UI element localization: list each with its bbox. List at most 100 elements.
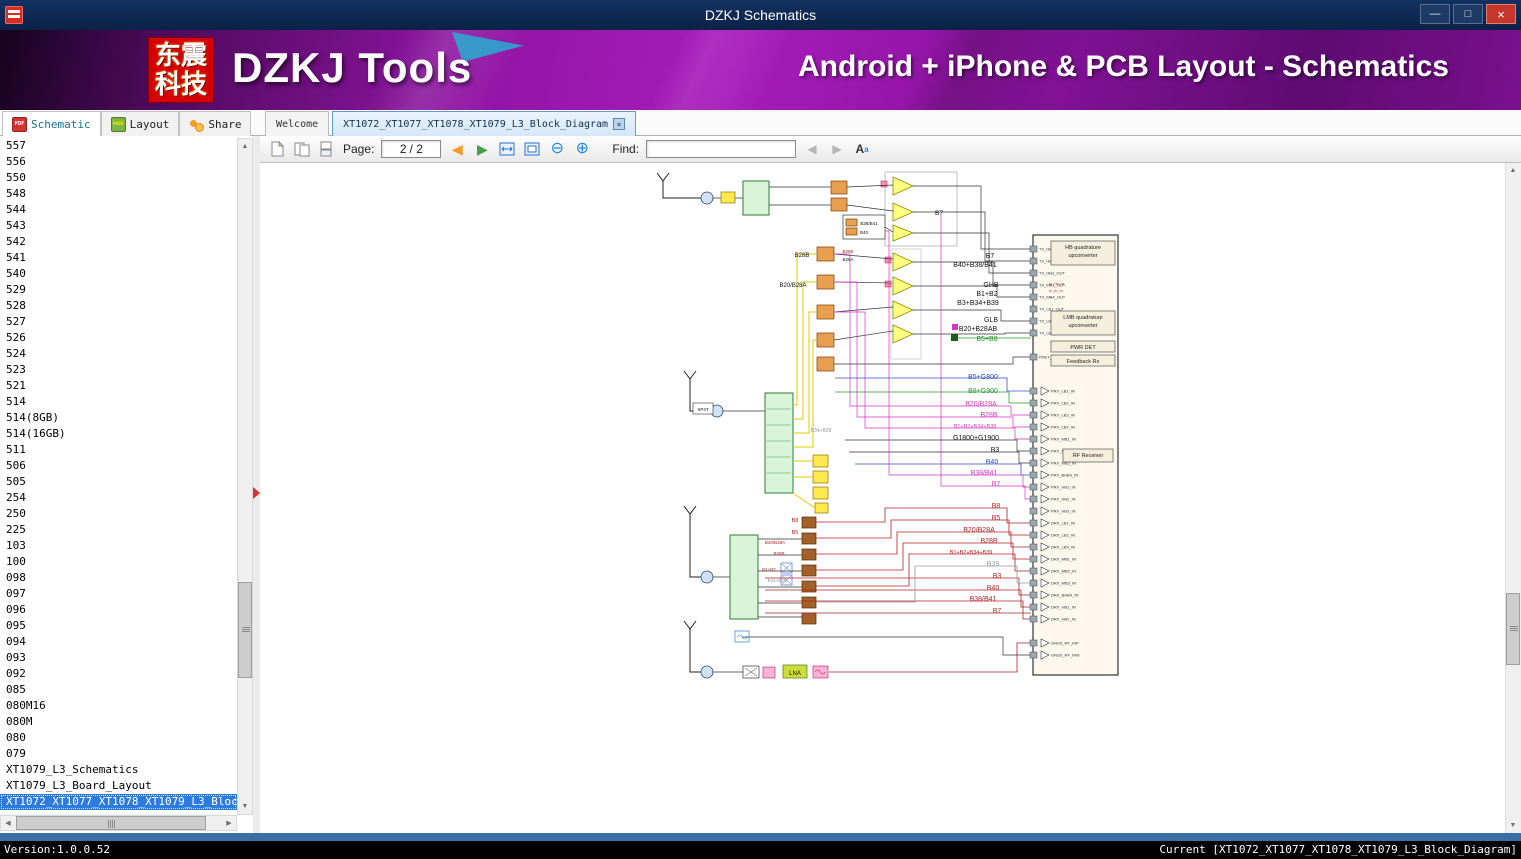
sidebar-item[interactable]: 521 (0, 378, 237, 394)
sidebar-item[interactable]: 557 (0, 138, 237, 154)
sidebar-item[interactable]: 094 (0, 634, 237, 650)
fit-page-icon[interactable] (523, 140, 541, 158)
header-banner: 东震 科技 DZKJ Tools Android + iPhone & PCB … (0, 30, 1521, 110)
schematic-canvas[interactable]: B7 B40+B38/B41 GHB B1+B2 B3+B34+B39 GLB B20+B2… (645, 165, 1120, 685)
ic-pin: TX_HB3_OUT (1029, 269, 1065, 277)
font-size-icon[interactable]: Aa (853, 140, 871, 158)
close-tab-icon[interactable]: × (613, 118, 626, 130)
sidebar-item[interactable]: 085 (0, 682, 237, 698)
sidebar: 557 556 550 548 544 543 542 541 540 529 528 527 526 5… (0, 136, 260, 833)
close-button[interactable]: × (1486, 4, 1516, 24)
sidebar-item[interactable]: 506 (0, 458, 237, 474)
sidebar-item[interactable]: 514(16GB) (0, 426, 237, 442)
doc-tab-block-diagram[interactable]: XT1072_XT1077_XT1078_XT1079_L3_Block_Dia… (332, 111, 637, 136)
sidebar-item[interactable]: 100 (0, 554, 237, 570)
sidebar-item[interactable]: 080 (0, 730, 237, 746)
sidebar-item[interactable]: 092 (0, 666, 237, 682)
sidebar-item[interactable]: 250 (0, 506, 237, 522)
zoom-out-icon[interactable]: ⊖ (548, 140, 566, 158)
app-window: DZKJ Schematics — □ × 东震 科技 DZKJ Tools A… (0, 0, 1521, 859)
sidebar-item[interactable]: 542 (0, 234, 237, 250)
sidebar-item[interactable]: 543 (0, 218, 237, 234)
single-page-icon[interactable] (268, 140, 286, 158)
sidebar-item[interactable]: 541 (0, 250, 237, 266)
viewer-vscroll-thumb[interactable] (1506, 593, 1520, 665)
tab-share[interactable]: Share (179, 111, 252, 136)
schematic-label: B7 (993, 608, 1002, 615)
sidebar-item[interactable]: 096 (0, 602, 237, 618)
sidebar-item[interactable]: 523 (0, 362, 237, 378)
sidebar-splitter[interactable] (253, 136, 260, 833)
find-prev-icon[interactable]: ◀ (803, 140, 821, 158)
minimize-button[interactable]: — (1420, 4, 1450, 24)
splitter-collapse-icon[interactable] (253, 487, 260, 499)
schematic-label: B1+B2 (976, 291, 997, 298)
doc-tab-block-diagram-label: XT1072_XT1077_XT1078_XT1079_L3_Block_Dia… (343, 118, 609, 130)
sidebar-item[interactable]: 079 (0, 746, 237, 762)
zoom-in-icon[interactable]: ⊕ (573, 140, 591, 158)
sidebar-item[interactable]: 505 (0, 474, 237, 490)
page-number-input[interactable]: 2 / 2 (381, 140, 442, 158)
schematic-label: B3 (993, 573, 1002, 580)
scroll-up-icon[interactable]: ▲ (238, 139, 252, 154)
doc-tab-welcome[interactable]: Welcome (265, 111, 330, 136)
find-next-icon[interactable]: ▶ (828, 140, 846, 158)
sidebar-vscroll-thumb[interactable] (238, 582, 252, 678)
sidebar-item[interactable]: 527 (0, 314, 237, 330)
sidebar-item[interactable]: XT1079_L3_Schematics (0, 762, 237, 778)
sidebar-item[interactable]: 556 (0, 154, 237, 170)
sidebar-item[interactable]: 254 (0, 490, 237, 506)
prev-page-icon[interactable]: ◀ (448, 140, 466, 158)
viewer-scroll-up-icon[interactable]: ▲ (1506, 163, 1520, 178)
sidebar-item[interactable]: XT1072_XT1077_XT1078_XT1079_L3_Block_D (0, 794, 237, 810)
scroll-right-icon[interactable]: ▶ (222, 816, 236, 830)
sidebar-item[interactable]: 550 (0, 170, 237, 186)
sidebar-item[interactable]: 529 (0, 282, 237, 298)
schematic-label: B40+B38/B41 (953, 262, 997, 269)
sidebar-item[interactable]: 526 (0, 330, 237, 346)
sidebar-item[interactable]: 528 (0, 298, 237, 314)
sidebar-item[interactable]: 093 (0, 650, 237, 666)
find-input[interactable] (646, 140, 797, 158)
sidebar-item[interactable]: 540 (0, 266, 237, 282)
schematic-label: B1+B2+B34+B39 (954, 424, 997, 430)
scroll-down-icon[interactable]: ▼ (238, 799, 252, 814)
sidebar-item[interactable]: 511 (0, 442, 237, 458)
schematic-label: B8 (792, 518, 799, 524)
continuous-pages-icon[interactable] (318, 140, 336, 158)
svg-text:PRX_HB3_IN: PRX_HB3_IN (1051, 509, 1076, 514)
scroll-left-icon[interactable]: ◀ (1, 816, 15, 830)
sidebar-item[interactable]: 548 (0, 186, 237, 202)
sidebar-item[interactable]: 544 (0, 202, 237, 218)
tab-layout-label: Layout (129, 117, 170, 131)
svg-text:PRX_LB4_IN: PRX_LB4_IN (1051, 425, 1075, 430)
sidebar-horizontal-scrollbar[interactable]: ◀ ▶ (0, 815, 237, 831)
next-page-icon[interactable]: ▶ (473, 140, 491, 158)
viewer-scroll-down-icon[interactable]: ▼ (1506, 818, 1520, 833)
sidebar-item[interactable]: 097 (0, 586, 237, 602)
pdf-viewer[interactable]: B7 B40+B38/B41 GHB B1+B2 B3+B34+B39 GLB B20+B2… (260, 163, 1521, 833)
sidebar-item[interactable]: XT1079_L3_Board_Layout (0, 778, 237, 794)
svg-text:PRX_HB1_IN: PRX_HB1_IN (1051, 485, 1076, 490)
svg-text:PRX_BHB4_IN: PRX_BHB4_IN (1051, 473, 1078, 478)
app-name: DZKJ Tools (232, 44, 473, 91)
sidebar-hscroll-thumb[interactable] (16, 816, 206, 830)
tab-layout[interactable]: PADS Layout (100, 111, 180, 136)
sidebar-item[interactable]: 514 (0, 394, 237, 410)
sidebar-item[interactable]: 095 (0, 618, 237, 634)
facing-pages-icon[interactable] (293, 140, 311, 158)
sidebar-item[interactable]: 098 (0, 570, 237, 586)
sidebar-item[interactable]: 524 (0, 346, 237, 362)
sidebar-item[interactable]: 225 (0, 522, 237, 538)
tab-schematic[interactable]: PDF Schematic (2, 111, 101, 136)
sidebar-item[interactable]: 514(8GB) (0, 410, 237, 426)
sidebar-item[interactable]: 080M16 (0, 698, 237, 714)
ic-pin: TX_MB1_OUT (1029, 281, 1066, 289)
sidebar-item[interactable]: 103 (0, 538, 237, 554)
sidebar-vertical-scrollbar[interactable]: ▲ ▼ (237, 138, 253, 815)
maximize-button[interactable]: □ (1453, 4, 1483, 24)
sidebar-item[interactable]: 080M (0, 714, 237, 730)
viewer-vertical-scrollbar[interactable]: ▲ ▼ (1505, 163, 1521, 833)
fit-width-icon[interactable] (498, 140, 516, 158)
schematic-label: B40 (986, 459, 999, 466)
